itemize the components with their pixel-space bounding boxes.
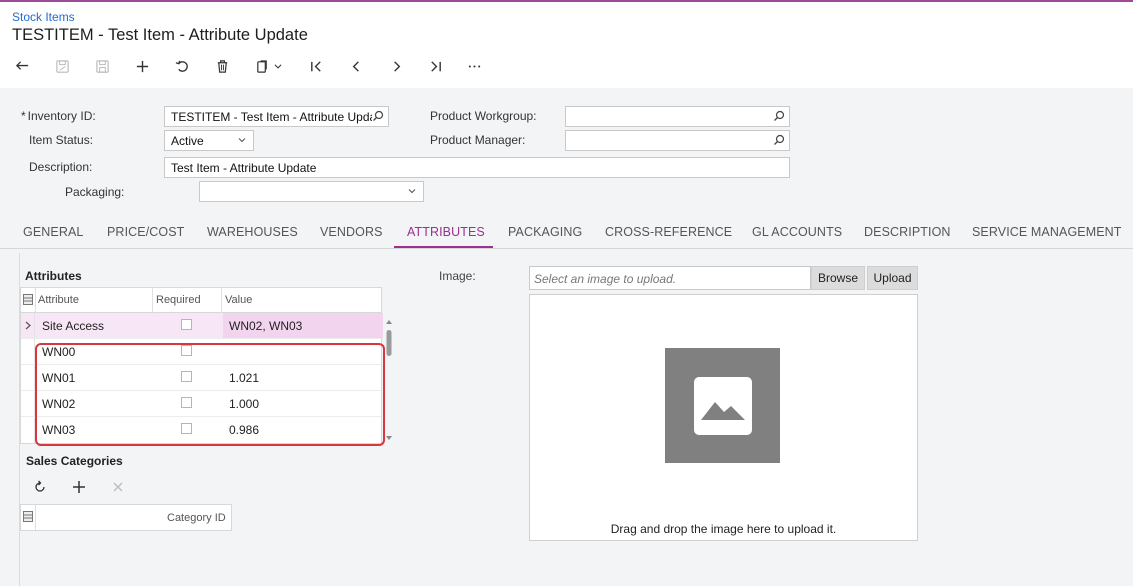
description-value: Test Item - Attribute Update	[171, 161, 317, 175]
image-label: Image:	[439, 269, 476, 283]
highlight-annotation-box	[35, 343, 385, 446]
image-placeholder-icon	[665, 348, 780, 463]
required-checkbox[interactable]	[181, 319, 192, 330]
refresh-icon[interactable]	[33, 480, 47, 494]
add-icon[interactable]	[72, 480, 86, 494]
back-icon[interactable]	[10, 54, 34, 78]
attribute-name: Site Access	[42, 319, 105, 333]
top-bar: Stock Items TESTITEM - Test Item - Attri…	[0, 0, 1133, 88]
tab-cross-reference[interactable]: CROSS-REFERENCE	[605, 225, 732, 239]
upload-button[interactable]: Upload	[867, 266, 918, 290]
table-row[interactable]: Site Access WN02, WN03	[21, 313, 383, 339]
inventory-id-field[interactable]: TESTITEM - Test Item - Attribute Upda	[164, 106, 389, 127]
packaging-label: Packaging:	[65, 185, 125, 199]
description-field[interactable]: Test Item - Attribute Update	[164, 157, 790, 178]
chevron-down-icon[interactable]	[270, 54, 286, 78]
item-status-value: Active	[171, 134, 204, 148]
undo-icon[interactable]	[170, 54, 194, 78]
save-icon[interactable]	[90, 54, 114, 78]
tab-warehouses[interactable]: WAREHOUSES	[207, 225, 298, 239]
column-header-required[interactable]: Required	[156, 294, 201, 306]
column-header-category-id[interactable]: Category ID	[167, 512, 226, 524]
search-icon[interactable]	[372, 110, 384, 122]
close-icon[interactable]	[112, 481, 124, 493]
last-record-icon[interactable]	[423, 54, 447, 78]
product-workgroup-label: Product Workgroup:	[430, 109, 537, 123]
sales-categories-title: Sales Categories	[26, 454, 123, 468]
inventory-id-value: TESTITEM - Test Item - Attribute Upda	[171, 110, 377, 124]
breadcrumb-stock-items[interactable]: Stock Items	[12, 10, 75, 24]
tab-vendors[interactable]: VENDORS	[320, 225, 383, 239]
previous-record-icon[interactable]	[344, 54, 368, 78]
tab-price-cost[interactable]: PRICE/COST	[107, 225, 184, 239]
tab-bar: GENERAL PRICE/COST WAREHOUSES VENDORS AT…	[0, 215, 1133, 249]
tab-packaging[interactable]: PACKAGING	[508, 225, 582, 239]
attributes-grid-header: Attribute Required Value	[21, 288, 381, 313]
tab-service-management[interactable]: SERVICE MANAGEMENT	[972, 225, 1122, 239]
column-header-attribute[interactable]: Attribute	[38, 294, 79, 306]
first-record-icon[interactable]	[304, 54, 328, 78]
tab-general[interactable]: GENERAL	[23, 225, 83, 239]
inventory-id-label: * Inventory ID:	[21, 109, 96, 123]
attributes-title: Attributes	[25, 269, 82, 283]
tab-attributes[interactable]: ATTRIBUTES	[407, 225, 485, 239]
image-upload-field[interactable]: Select an image to upload.	[529, 266, 811, 290]
description-label: Description:	[29, 160, 93, 174]
attributes-scrollbar[interactable]	[384, 318, 394, 442]
add-icon[interactable]	[130, 54, 154, 78]
tab-gl-accounts[interactable]: GL ACCOUNTS	[752, 225, 842, 239]
page-title: TESTITEM - Test Item - Attribute Update	[12, 26, 308, 44]
chevron-down-icon	[408, 189, 416, 194]
delete-icon[interactable]	[210, 54, 234, 78]
attribute-value[interactable]: WN02, WN03	[229, 319, 302, 333]
more-options-icon[interactable]	[462, 54, 486, 78]
packaging-select[interactable]	[199, 181, 424, 202]
row-expand-icon[interactable]	[24, 321, 32, 330]
product-manager-field[interactable]	[565, 130, 790, 151]
item-status-select[interactable]: Active	[164, 130, 254, 151]
search-icon[interactable]	[773, 134, 785, 146]
search-icon[interactable]	[773, 110, 785, 122]
save-close-icon[interactable]	[50, 54, 74, 78]
drop-instructions: Drag and drop the image here to upload i…	[610, 522, 837, 536]
active-tab-indicator	[394, 246, 493, 248]
chevron-down-icon	[238, 138, 246, 143]
sales-categories-grid: Category ID	[20, 504, 232, 531]
product-workgroup-field[interactable]	[565, 106, 790, 127]
item-status-label: Item Status:	[29, 133, 94, 147]
image-drop-zone[interactable]: Drag and drop the image here to upload i…	[529, 294, 918, 541]
next-record-icon[interactable]	[384, 54, 408, 78]
column-config-icon[interactable]	[23, 294, 33, 305]
browse-button[interactable]: Browse	[811, 266, 865, 290]
product-manager-label: Product Manager:	[430, 133, 526, 147]
tab-description[interactable]: DESCRIPTION	[864, 225, 951, 239]
column-config-icon[interactable]	[23, 511, 33, 522]
column-header-value[interactable]: Value	[225, 294, 252, 306]
